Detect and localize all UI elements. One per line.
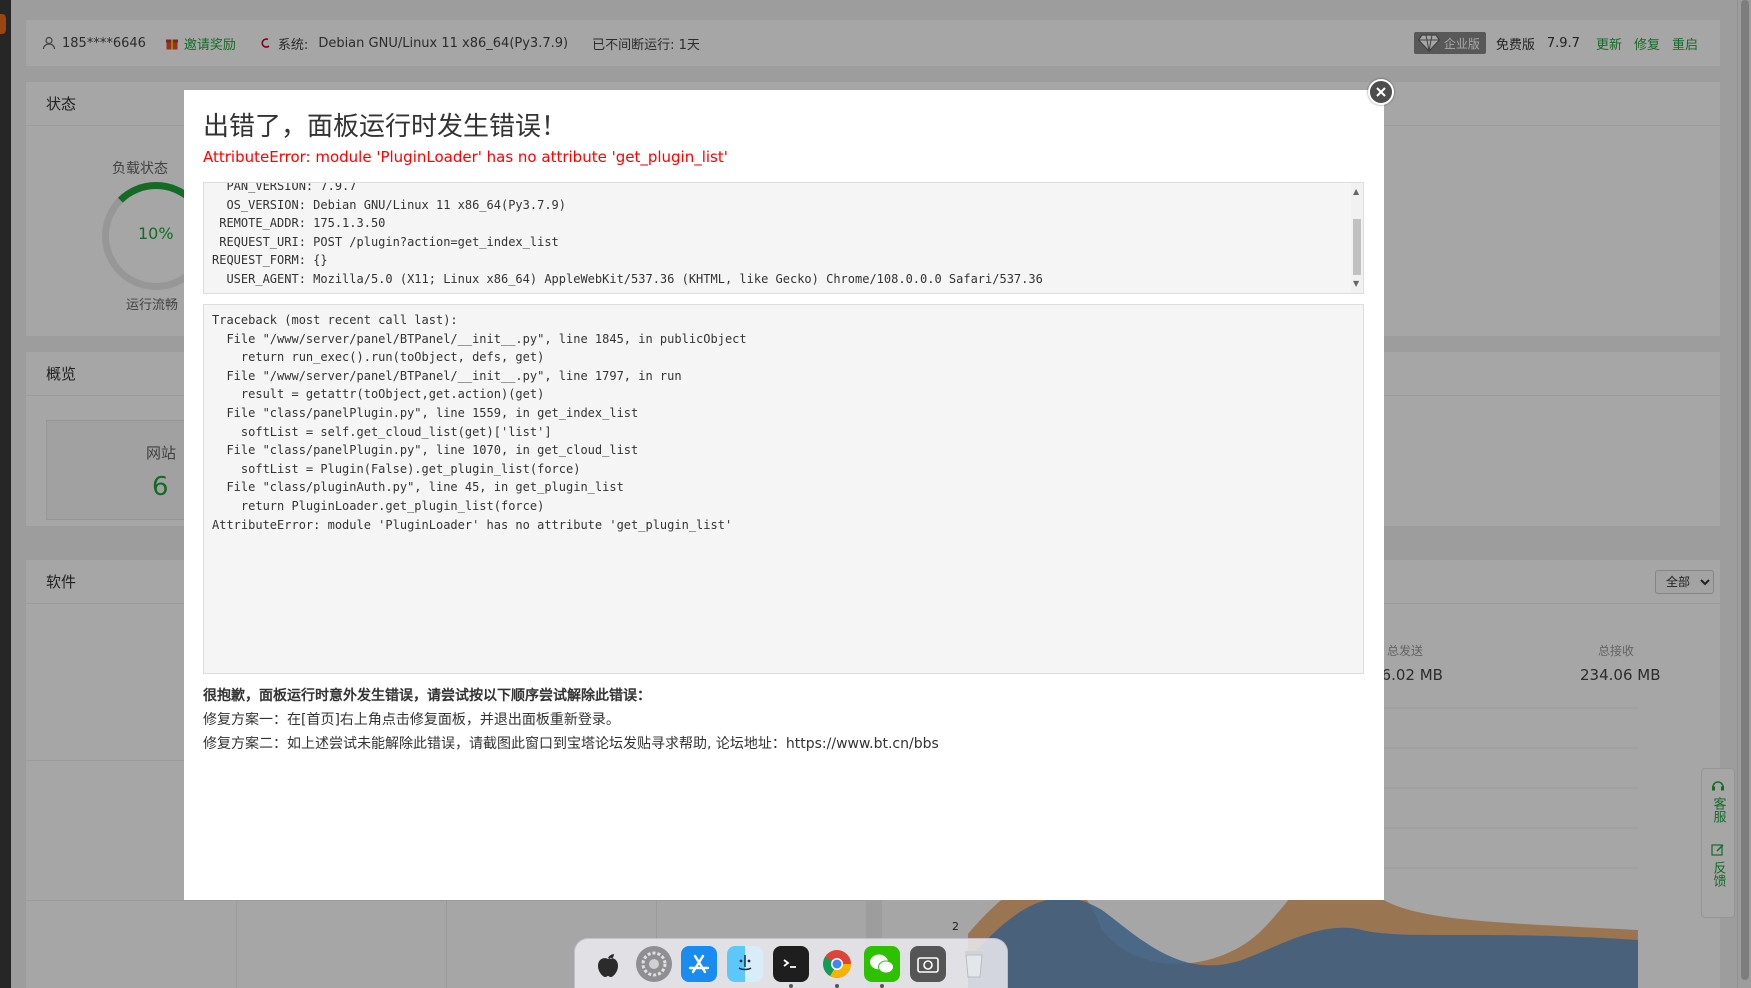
help-section: 很抱歉，面板运行时意外发生错误，请尝试按以下顺序尝试解除此错误： 修复方案一：在… <box>203 684 939 756</box>
trash-icon[interactable] <box>956 946 992 982</box>
scroll-down-arrow[interactable]: ▼ <box>1353 279 1359 288</box>
macos-dock <box>574 938 1008 988</box>
apple-icon[interactable] <box>590 946 626 982</box>
traceback-box[interactable]: Traceback (most recent call last): File … <box>203 304 1364 674</box>
chrome-icon[interactable] <box>819 946 855 988</box>
screenshot-icon[interactable] <box>910 945 947 982</box>
modal-title: 出错了，面板运行时发生错误！ <box>203 112 568 142</box>
wechat-icon[interactable] <box>864 945 901 988</box>
running-indicator <box>788 983 793 988</box>
modal-error-message: AttributeError: module 'PluginLoader' ha… <box>203 148 728 166</box>
close-icon <box>1376 87 1386 97</box>
env-info-box[interactable]: PAN_VERSION: 7.9.7 OS_VERSION: Debian GN… <box>203 182 1364 294</box>
error-modal: 出错了，面板运行时发生错误！ AttributeError: module 'P… <box>184 90 1384 900</box>
scroll-up-arrow[interactable]: ▲ <box>1353 187 1359 196</box>
terminal-icon[interactable] <box>772 945 809 988</box>
help-step-1: 修复方案一：在[首页]右上角点击修复面板，并退出面板重新登录。 <box>203 712 620 728</box>
system-preferences-icon[interactable] <box>635 945 672 982</box>
help-title: 很抱歉，面板运行时意外发生错误，请尝试按以下顺序尝试解除此错误： <box>203 688 651 704</box>
env-scroll-thumb[interactable] <box>1353 219 1361 275</box>
finder-icon[interactable] <box>727 945 764 982</box>
env-scrollbar[interactable]: ▲ ▼ <box>1351 183 1363 293</box>
env-info-text: PAN_VERSION: 7.9.7 OS_VERSION: Debian GN… <box>212 182 1043 286</box>
running-indicator <box>880 983 885 988</box>
app-store-icon[interactable] <box>681 945 718 982</box>
running-indicator <box>834 983 839 988</box>
traceback-text: Traceback (most recent call last): File … <box>212 313 747 532</box>
modal-close-button[interactable] <box>1368 79 1394 105</box>
help-step-2: 修复方案二：如上述尝试未能解除此错误，请截图此窗口到宝塔论坛发贴寻求帮助, 论坛… <box>203 736 939 752</box>
